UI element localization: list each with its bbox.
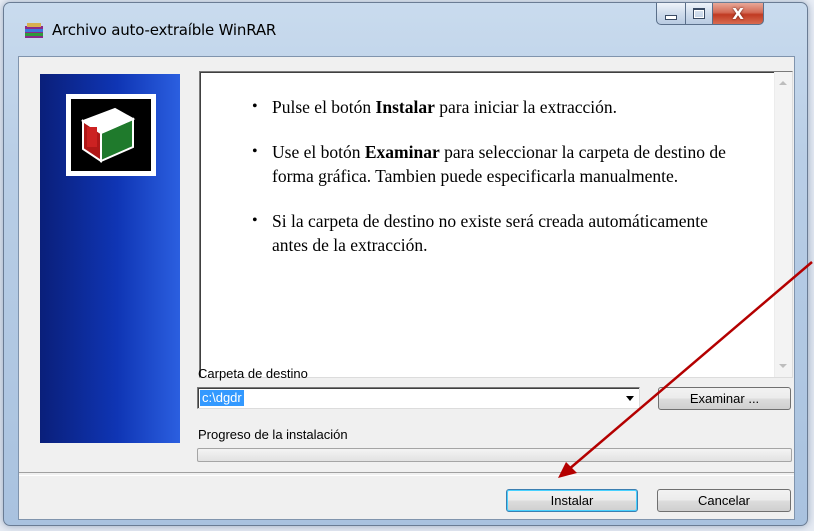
arrow-line bbox=[567, 261, 813, 471]
annotation-arrow bbox=[558, 261, 813, 478]
